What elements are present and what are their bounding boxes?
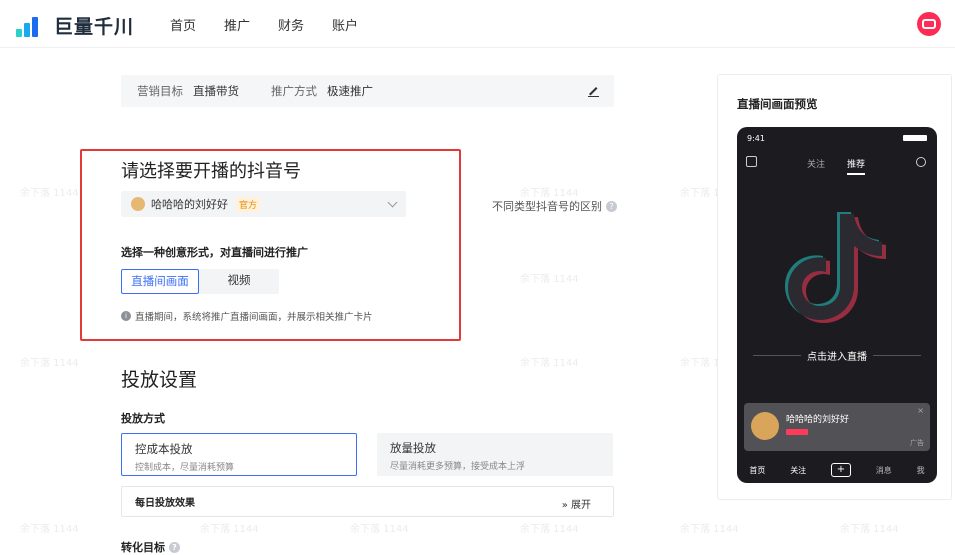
goal-value: 直播带货	[193, 84, 239, 98]
nav-item-account[interactable]: 账户	[332, 15, 358, 34]
watermark: 余下落 1144	[20, 188, 79, 199]
creative-option-video[interactable]: 视频	[199, 269, 279, 294]
volume-desc: 尽量消耗更多预算，接受成本上浮	[390, 462, 526, 472]
brand-logo[interactable]: 巨量千川	[16, 12, 134, 39]
account-type-help-text: 不同类型抖音号的区别	[492, 200, 602, 213]
nav-item-promote[interactable]: 推广	[224, 15, 250, 34]
watermark: 余下落 1144	[20, 524, 79, 535]
watermark: 余下落 1144	[520, 524, 579, 535]
tv-icon	[746, 156, 757, 167]
daily-effect-label: 每日投放效果	[135, 498, 195, 509]
nav-item-home[interactable]: 首页	[170, 15, 196, 34]
promo-card-avatar	[751, 412, 779, 440]
cost-control-card[interactable]: 控成本投放 控制成本，尽量消耗预算	[121, 433, 357, 476]
creative-option-live-screen[interactable]: 直播间画面	[121, 269, 199, 294]
watermark: 余下落 1144	[520, 274, 579, 285]
user-avatar[interactable]	[917, 12, 941, 36]
watermark: 余下落 1144	[520, 358, 579, 369]
double-chevron-down-icon: »	[561, 500, 568, 511]
watermark: 余下落 1144	[840, 524, 899, 535]
logo-icon	[16, 15, 46, 37]
chevron-down-icon	[387, 197, 398, 208]
account-section-title: 请选择要开播的抖音号	[121, 161, 301, 182]
account-type-help[interactable]: 不同类型抖音号的区别 ?	[492, 198, 617, 214]
phone-time: 9:41	[747, 134, 765, 143]
watermark: 余下落 1144	[20, 358, 79, 369]
phone-nav-message: 消息	[875, 465, 892, 475]
mode-key: 推广方式	[271, 84, 317, 98]
campaign-summary: 营销目标 直播带货 推广方式 极速推广	[121, 75, 614, 107]
watermark: 余下落 1144	[520, 188, 579, 199]
ad-label: 广告	[910, 439, 924, 447]
live-preview-panel: 直播间画面预览 9:41 关注 推荐 点击进入直播 哈哈哈的刘好好 × 广告 首…	[717, 74, 952, 500]
enter-live-text: 点击进入直播	[747, 349, 927, 363]
info-icon: i	[121, 311, 131, 321]
watermark: 余下落 1144	[680, 524, 739, 535]
status-icons	[903, 135, 927, 141]
close-icon: ×	[917, 406, 924, 415]
phone-tab-recommend: 推荐	[847, 157, 866, 175]
delivery-method-label: 投放方式	[121, 412, 165, 425]
promo-card-name: 哈哈哈的刘好好	[786, 415, 850, 425]
preview-title: 直播间画面预览	[737, 97, 818, 111]
phone-nav-me: 我	[916, 465, 925, 475]
cost-control-desc: 控制成本，尽量消耗预算	[135, 463, 235, 473]
daily-effect-panel: 每日投放效果 » 展开	[121, 486, 614, 517]
creative-info: i 直播期间，系统将推广直播间画面，并展示相关推广卡片	[121, 309, 373, 323]
edit-pencil-icon[interactable]	[587, 84, 600, 97]
volume-title: 放量投放	[390, 441, 436, 455]
promo-card: 哈哈哈的刘好好 × 广告	[744, 403, 930, 451]
avatar-face-icon	[922, 19, 936, 29]
watermark: 余下落 1144	[200, 524, 259, 535]
watermark: 余下落 1144	[350, 524, 409, 535]
search-icon	[916, 157, 926, 167]
conversion-goal: 转化目标 ?	[121, 539, 180, 555]
account-avatar	[131, 197, 145, 211]
expand-toggle[interactable]: » 展开	[562, 496, 591, 511]
phone-mockup: 9:41 关注 推荐 点击进入直播 哈哈哈的刘好好 × 广告 首页 关注 + 消…	[737, 127, 937, 483]
main-nav: 首页 推广 财务 账户	[170, 15, 358, 34]
promo-card-badge	[786, 429, 808, 435]
brand-name: 巨量千川	[54, 16, 135, 38]
creative-form-toggle: 直播间画面 视频	[121, 269, 279, 294]
plus-icon: +	[830, 463, 851, 477]
nav-item-finance[interactable]: 财务	[278, 15, 304, 34]
top-bar: 巨量千川 首页 推广 财务 账户	[0, 0, 955, 48]
phone-tabs: 关注 推荐	[807, 157, 866, 175]
cost-control-title: 控成本投放	[135, 442, 193, 456]
phone-tab-follow: 关注	[807, 160, 826, 170]
question-icon: ?	[606, 200, 617, 212]
tiktok-logo-icon	[785, 212, 886, 323]
phone-nav-follow: 关注	[790, 465, 807, 475]
delivery-settings-title: 投放设置	[121, 369, 198, 391]
goal-key: 营销目标	[137, 84, 183, 98]
creative-form-title: 选择一种创意形式，对直播间进行推广	[121, 246, 308, 259]
official-badge: 官方	[236, 196, 261, 212]
account-select[interactable]: 哈哈哈的刘好好 官方	[121, 191, 406, 217]
volume-card[interactable]: 放量投放 尽量消耗更多预算，接受成本上浮	[377, 433, 613, 476]
phone-nav-home: 首页	[749, 465, 766, 475]
conversion-goal-label: 转化目标	[121, 541, 165, 554]
expand-label: 展开	[571, 500, 591, 511]
creative-info-text: 直播期间，系统将推广直播间画面，并展示相关推广卡片	[135, 312, 373, 323]
phone-bottom-nav: 首页 关注 + 消息 我	[737, 457, 937, 483]
mode-value: 极速推广	[327, 84, 373, 98]
account-name: 哈哈哈的刘好好	[151, 198, 228, 211]
